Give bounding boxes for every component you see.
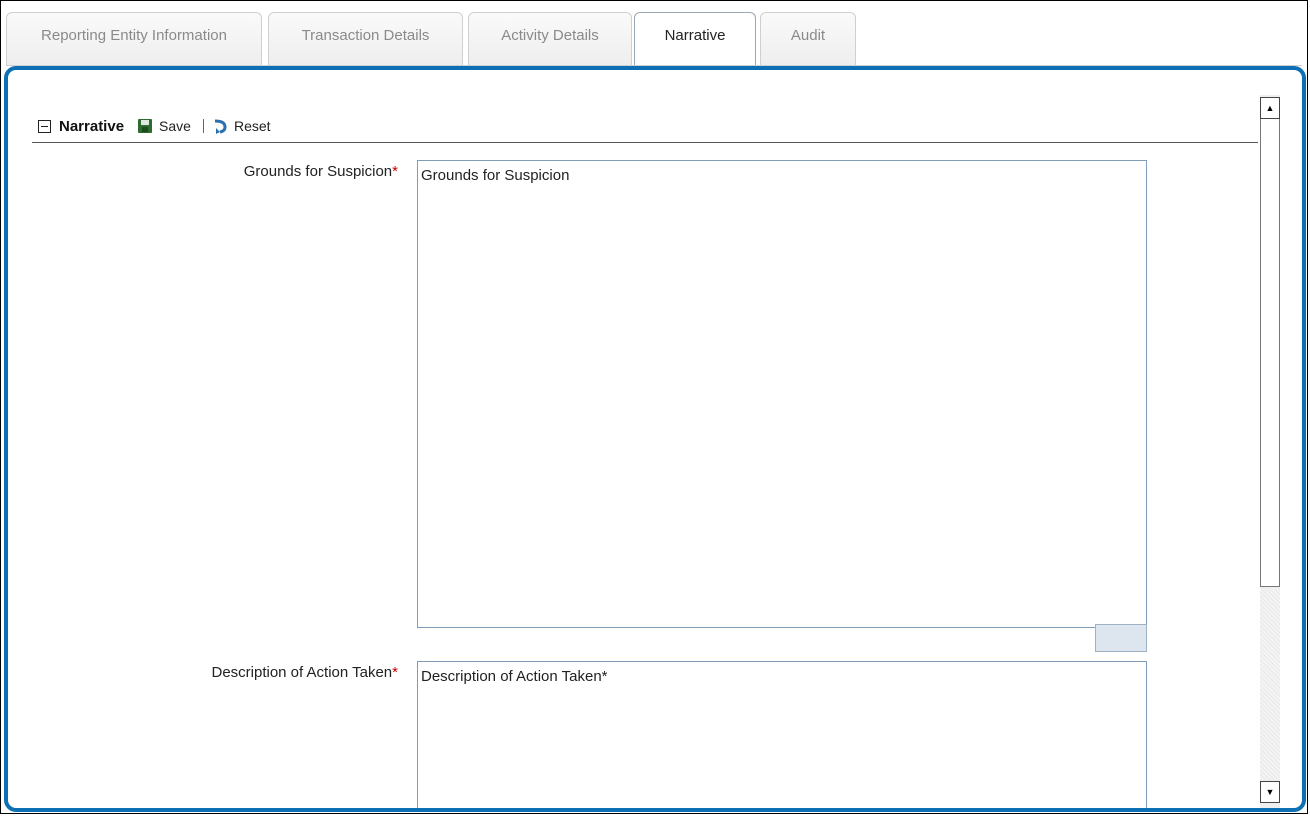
- grounds-for-suspicion-label: Grounds for Suspicion*: [158, 163, 398, 180]
- reset-button[interactable]: Reset: [212, 118, 271, 134]
- scroll-up-button[interactable]: ▲: [1260, 97, 1280, 119]
- triangle-down-icon: ▼: [1265, 787, 1275, 797]
- section-title: Narrative: [59, 117, 125, 135]
- section-toolbar: Narrative Save Reset: [32, 110, 1258, 143]
- tab-audit[interactable]: Audit: [760, 12, 856, 66]
- tab-reporting-entity-information[interactable]: Reporting Entity Information: [6, 12, 262, 66]
- tab-bar: Reporting Entity Information Transaction…: [6, 12, 1306, 68]
- tab-label: Transaction Details: [301, 27, 430, 44]
- tab-transaction-details[interactable]: Transaction Details: [268, 12, 463, 66]
- tab-narrative[interactable]: Narrative: [634, 12, 756, 68]
- tab-label: Narrative: [664, 27, 726, 44]
- save-button[interactable]: Save: [138, 118, 191, 134]
- tab-label: Audit: [790, 27, 826, 44]
- tab-label: Activity Details: [501, 27, 599, 44]
- toolbar-divider: [202, 119, 204, 133]
- required-marker: *: [392, 664, 398, 681]
- scrollbar-thumb[interactable]: [1260, 119, 1280, 587]
- required-marker: *: [392, 163, 398, 180]
- tab-activity-details[interactable]: Activity Details: [468, 12, 632, 66]
- floppy-disk-icon: [138, 119, 153, 133]
- vertical-scrollbar[interactable]: ▲ ▼: [1260, 95, 1280, 808]
- tab-label: Reporting Entity Information: [41, 27, 227, 44]
- curved-arrow-icon: [212, 118, 228, 134]
- narrative-panel: Narrative Save Reset Grounds for Suspici…: [4, 66, 1306, 812]
- grounds-for-suspicion-textarea[interactable]: [417, 160, 1147, 628]
- scroll-down-button[interactable]: ▼: [1260, 781, 1280, 803]
- save-label: Save: [159, 118, 191, 134]
- description-of-action-taken-textarea[interactable]: [417, 661, 1147, 808]
- textarea-resize-grip[interactable]: [1095, 624, 1147, 652]
- collapse-icon[interactable]: [38, 119, 51, 133]
- description-of-action-taken-label: Description of Action Taken*: [108, 664, 398, 681]
- reset-label: Reset: [233, 118, 271, 134]
- triangle-up-icon: ▲: [1265, 103, 1275, 113]
- label-text: Description of Action Taken: [211, 664, 393, 681]
- label-text: Grounds for Suspicion: [243, 163, 393, 180]
- scrollbar-track[interactable]: [1260, 589, 1280, 779]
